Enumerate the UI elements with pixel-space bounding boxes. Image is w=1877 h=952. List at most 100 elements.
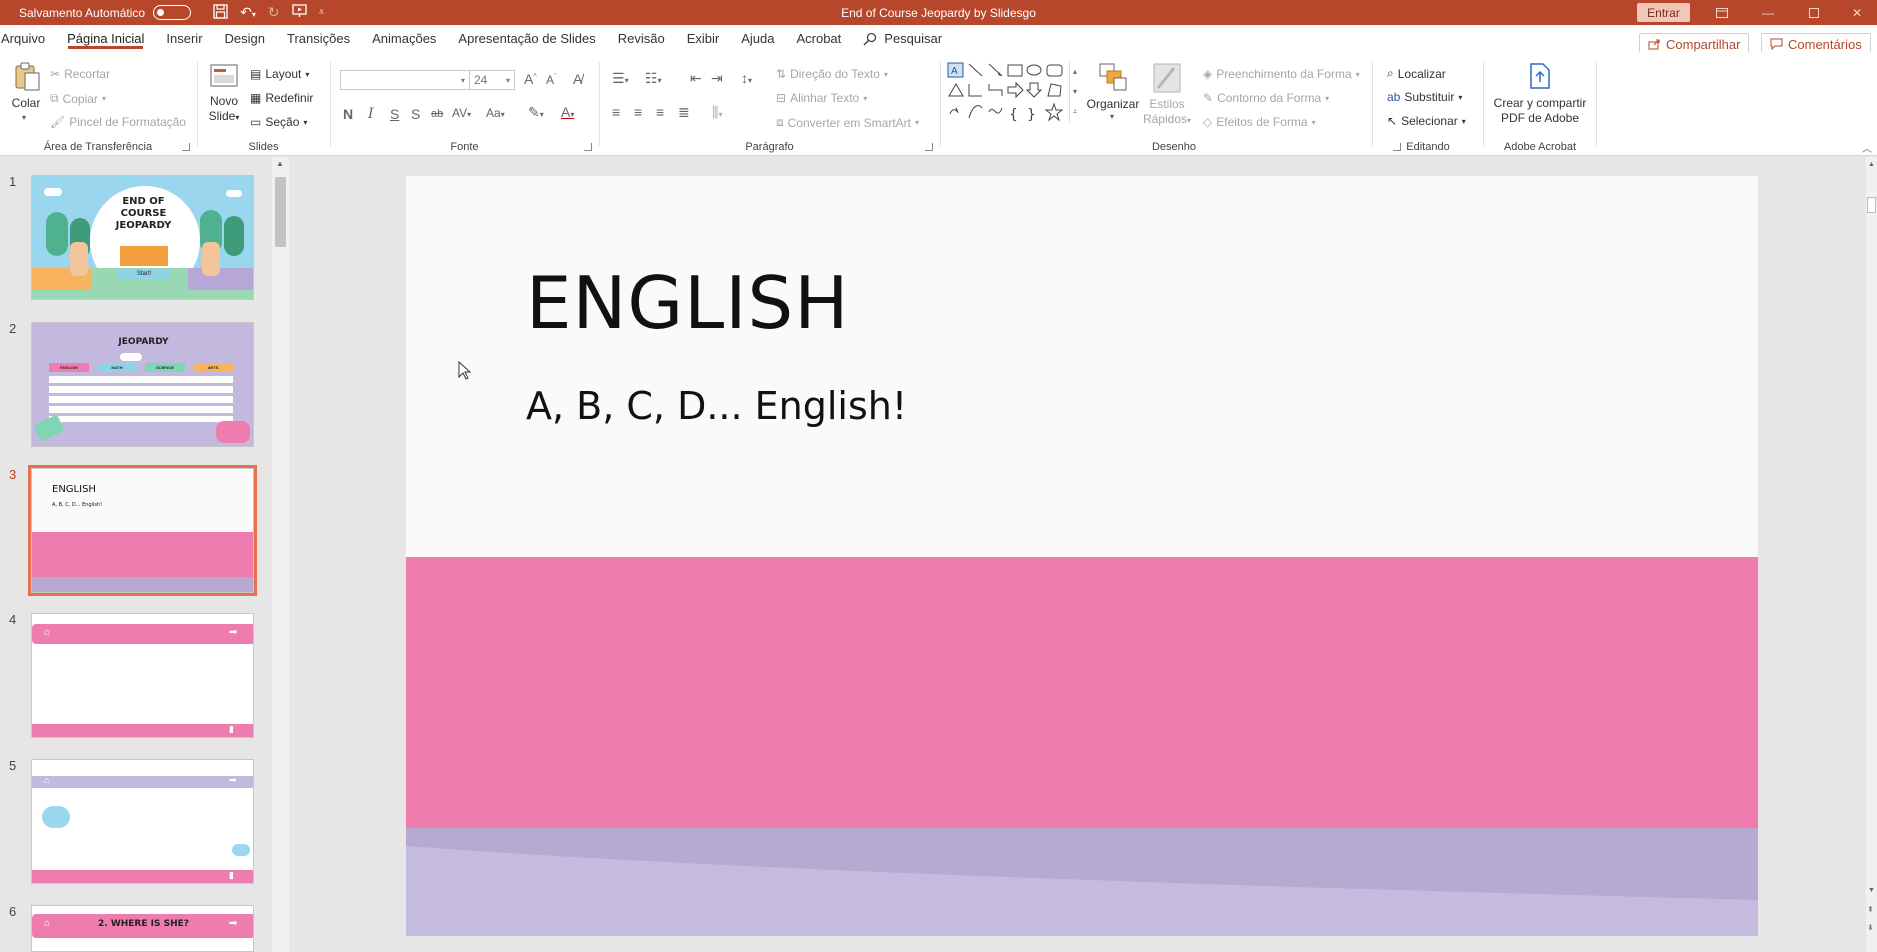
ribbon-display-icon[interactable] — [1702, 0, 1742, 25]
thumbnail-scrollbar[interactable]: ▲ — [272, 157, 289, 952]
scroll-up-icon[interactable]: ▲ — [276, 159, 284, 168]
scroll-down-icon[interactable]: ▼ — [1868, 887, 1875, 894]
shape-effects-button[interactable]: ◇ Efeitos de Forma ▾ — [1203, 115, 1316, 129]
autosave-label: Salvamento Automático — [19, 5, 146, 20]
slide-thumbnail-5[interactable]: ⌂ ➡ ▮ — [31, 759, 254, 884]
scrollbar-thumb[interactable] — [1867, 197, 1876, 213]
effects-icon: ◇ — [1203, 115, 1213, 129]
slide-title[interactable]: ENGLISH — [526, 261, 849, 345]
scrollbar-thumb[interactable] — [275, 177, 286, 247]
tab-apresentacao[interactable]: Apresentação de Slides — [447, 25, 606, 52]
search-box[interactable]: Pesquisar — [852, 25, 953, 52]
align-center-icon[interactable]: ≡ — [634, 104, 642, 120]
shapes-gallery[interactable]: A { } ▴ ▾ ⩡ — [947, 62, 1080, 126]
clipboard-launcher-icon[interactable] — [182, 143, 190, 151]
new-slide-button[interactable]: Novo Slide▾ — [206, 62, 242, 134]
shadow-button[interactable]: S — [411, 106, 420, 122]
canvas-scrollbar[interactable]: ▲ ▼ ⇞ ⇟ — [1866, 157, 1877, 952]
previous-slide-icon[interactable]: ⇞ — [1867, 905, 1874, 914]
paragraph-group-label: Parágrafo — [745, 141, 794, 153]
strikethrough-button[interactable]: ab — [431, 108, 443, 120]
slide-thumbnail-3[interactable]: ENGLISH A, B, C, D... English! — [28, 465, 257, 596]
thumb-hill — [188, 268, 253, 290]
tab-transicoes[interactable]: Transições — [276, 25, 361, 52]
redo-icon[interactable]: ↻ — [268, 4, 280, 21]
bold-button[interactable]: N — [343, 106, 353, 122]
layout-button[interactable]: ▤ Layout ▾ — [250, 67, 309, 81]
paragraph-launcher-icon[interactable] — [925, 143, 933, 151]
smartart-button[interactable]: ⧈ Converter em SmartArt ▾ — [776, 115, 919, 130]
undo-icon[interactable]: ↶▾ — [240, 4, 256, 21]
slide-number-3: 3 — [9, 467, 17, 482]
select-button[interactable]: ↖ Selecionar ▾ — [1387, 114, 1466, 128]
copy-button[interactable]: ⧉ Copiar ▾ — [50, 91, 106, 106]
autosave-toggle[interactable] — [153, 5, 192, 20]
slide-thumbnail-6[interactable]: ⌂ 2. WHERE IS SHE? ➡ — [31, 905, 254, 952]
tab-exibir[interactable]: Exibir — [676, 25, 731, 52]
shrink-font-button[interactable]: Aˇ — [546, 73, 556, 87]
comments-label: Comentários — [1788, 36, 1862, 52]
tab-revisao[interactable]: Revisão — [607, 25, 676, 52]
slide-thumbnail-1[interactable]: END OF COURSE JEOPARDY Start! — [31, 175, 254, 300]
find-button[interactable]: ⌕ Localizar — [1387, 66, 1446, 81]
reset-button[interactable]: ▦ Redefinir — [250, 91, 313, 105]
slide-subtitle[interactable]: A, B, C, D... English! — [526, 384, 907, 428]
line-spacing-icon[interactable]: ↕▾ — [741, 70, 752, 86]
collapse-ribbon-icon[interactable]: ︿ — [1862, 140, 1872, 155]
thumb-category: SCIENCE — [145, 363, 185, 372]
current-slide[interactable]: ENGLISH A, B, C, D... English! — [406, 176, 1758, 936]
shape-fill-button[interactable]: ◈ Preenchimento da Forma ▾ — [1203, 67, 1360, 81]
tab-pagina-inicial[interactable]: Página Inicial — [56, 25, 155, 52]
scroll-up-icon[interactable]: ▲ — [1868, 161, 1875, 168]
next-slide-icon[interactable]: ⇟ — [1867, 923, 1874, 932]
save-icon[interactable] — [213, 3, 228, 22]
tab-animacoes[interactable]: Animações — [361, 25, 447, 52]
minimize-icon[interactable]: — — [1748, 0, 1788, 25]
create-pdf-button[interactable]: Crear y compartir PDF de Adobe — [1484, 62, 1596, 134]
close-icon[interactable]: ✕ — [1837, 0, 1877, 25]
slide-thumbnail-2[interactable]: JEOPARDY ENGLISH MATH SCIENCE ARTS — [31, 322, 254, 447]
font-size-combo[interactable]: 24 ▾ — [469, 70, 515, 90]
char-spacing-button[interactable]: AV▾ — [452, 106, 471, 120]
arrange-button[interactable]: Organizar ▾ — [1087, 62, 1139, 132]
text-direction-button[interactable]: ⇅ Direção do Texto ▾ — [776, 67, 888, 81]
align-left-icon[interactable]: ≡ — [612, 104, 620, 120]
bullets-icon[interactable]: ☰▾ — [612, 70, 629, 87]
svg-text:}: } — [1027, 107, 1036, 122]
customize-qat-icon[interactable]: ⩡ — [319, 7, 325, 18]
search-icon — [863, 32, 877, 46]
tab-acrobat[interactable]: Acrobat — [785, 25, 852, 52]
create-pdf-icon — [1530, 63, 1550, 89]
highlight-icon[interactable]: ✎▾ — [528, 104, 544, 121]
tab-ajuda[interactable]: Ajuda — [730, 25, 785, 52]
paste-button[interactable]: Colar ▾ — [8, 62, 44, 126]
quick-styles-button[interactable]: Estilos Rápidos▾ — [1141, 62, 1193, 134]
grow-font-button[interactable]: A^ — [524, 71, 537, 87]
font-launcher-icon[interactable] — [584, 143, 592, 151]
decrease-indent-icon[interactable]: ⇤ — [690, 70, 702, 87]
align-right-icon[interactable]: ≡ — [656, 104, 664, 120]
numbering-icon[interactable]: ☷▾ — [645, 70, 662, 87]
justify-icon[interactable]: ≣ — [678, 104, 690, 121]
italic-button[interactable]: I — [368, 106, 374, 122]
slide-thumbnail-4[interactable]: ⌂ ➡ ▮ — [31, 613, 254, 738]
maximize-icon[interactable] — [1794, 0, 1834, 25]
tab-inserir[interactable]: Inserir — [155, 25, 213, 52]
tab-design[interactable]: Design — [214, 25, 276, 52]
section-button[interactable]: ▭ Seção ▾ — [250, 115, 307, 129]
change-case-button[interactable]: Aa▾ — [486, 106, 505, 120]
present-icon[interactable] — [291, 4, 307, 21]
clear-format-icon[interactable]: A̸ — [573, 71, 582, 87]
cut-button[interactable]: ✂ Recortar — [50, 67, 110, 81]
align-text-button[interactable]: ⊟ Alinhar Texto ▾ — [776, 91, 867, 105]
tab-arquivo[interactable]: Arquivo — [0, 25, 56, 52]
underline-button[interactable]: S — [390, 106, 399, 122]
font-name-combo[interactable]: ▾ — [340, 70, 470, 90]
font-color-icon[interactable]: A▾ — [561, 104, 574, 120]
columns-icon[interactable]: ⫼▾ — [712, 104, 722, 121]
format-painter-button[interactable]: 🖌 Pincel de Formatação — [50, 115, 186, 129]
replace-button[interactable]: ab Substituir ▾ — [1387, 90, 1462, 104]
signin-button[interactable]: Entrar — [1637, 3, 1690, 22]
shape-outline-button[interactable]: ✎ Contorno da Forma ▾ — [1203, 91, 1329, 105]
increase-indent-icon[interactable]: ⇥ — [711, 70, 723, 87]
